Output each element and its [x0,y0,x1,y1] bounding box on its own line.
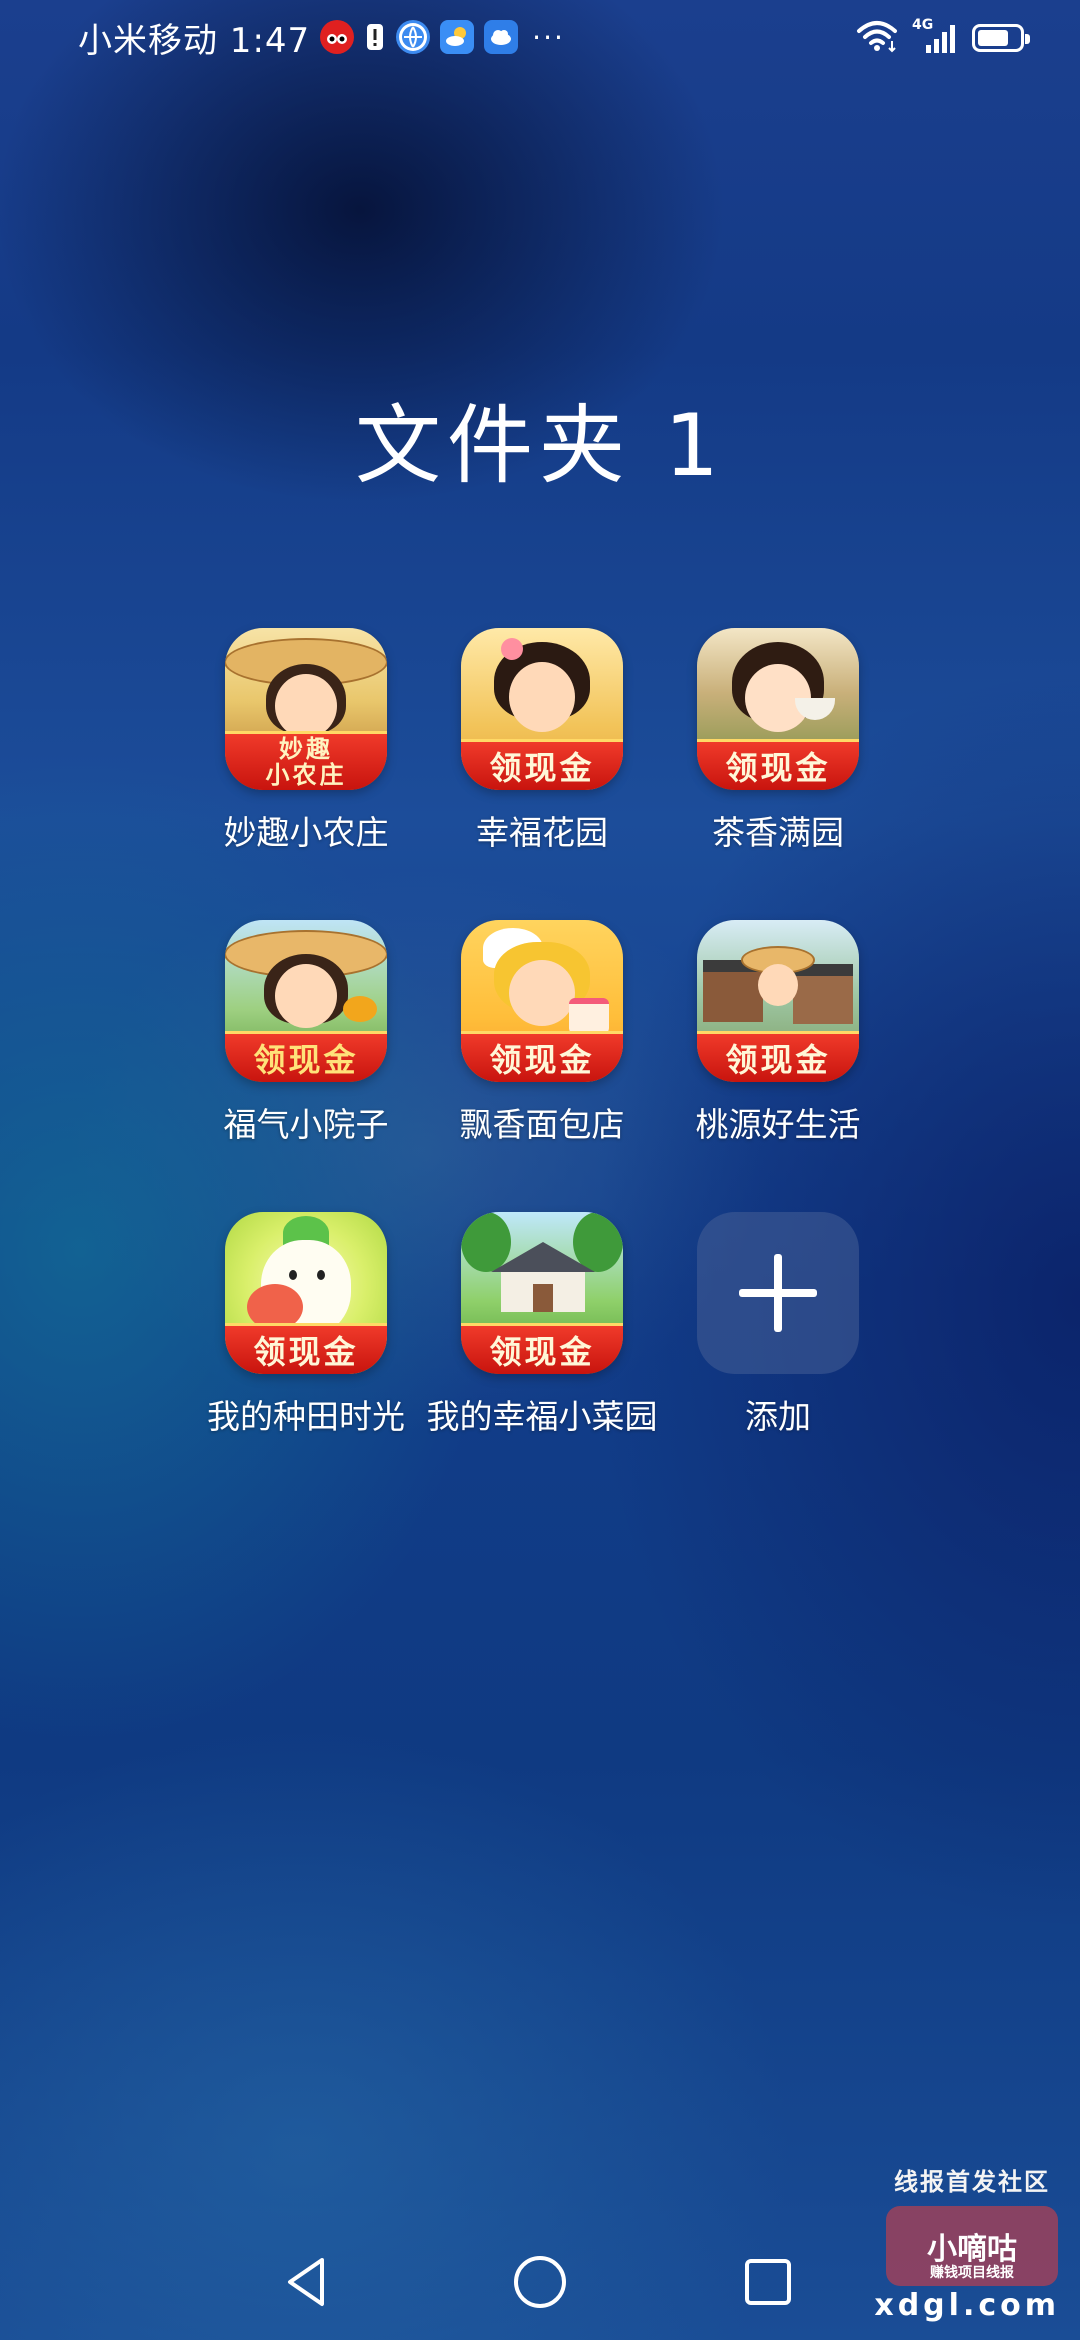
weather-icon [440,20,475,54]
more-notifications: ··· [532,20,565,54]
cloud-icon [484,20,519,54]
app-happy-garden-icon[interactable]: 领现金 [461,628,623,790]
add-app-button[interactable]: 添加 [660,1212,896,1504]
app-taoyuan-life[interactable]: 领现金 桃源好生活 [660,920,896,1212]
home-circle-icon [514,2256,566,2308]
app-badge: 领现金 [697,1031,859,1082]
app-happy-vegetable-garden[interactable]: 领现金 我的幸福小菜园 [424,1212,660,1504]
app-badge: 领现金 [225,1031,387,1082]
app-label: 我的幸福小菜园 [426,1397,658,1436]
browser-icon [396,20,431,54]
app-bakery[interactable]: 领现金 飘香面包店 [424,920,660,1212]
app-miaoqu-farm[interactable]: 妙趣 小农庄 妙趣小农庄 [188,628,424,920]
home-button[interactable] [510,2252,570,2312]
folder-title[interactable]: 文件夹 1 [0,375,1080,500]
app-happy-garden[interactable]: 领现金 幸福花园 [424,628,660,920]
app-label: 幸福花园 [476,813,608,852]
app-tea-garden[interactable]: 领现金 茶香满园 [660,628,896,920]
cellular-signal-icon: 4G [912,17,958,55]
status-bar: 小米移动 1:47 ··· 4G [0,0,1080,74]
app-label: 我的种田时光 [207,1397,405,1436]
recents-button[interactable] [738,2252,798,2312]
app-miaoqu-farm-icon[interactable]: 妙趣 小农庄 [225,628,387,790]
app-farming-time-icon[interactable]: 领现金 [225,1212,387,1374]
app-lucky-yard[interactable]: 领现金 福气小院子 [188,920,424,1212]
app-badge: 领现金 [225,1323,387,1374]
app-badge: 领现金 [461,1323,623,1374]
back-triangle-icon [288,2258,324,2306]
folder-app-grid: 妙趣 小农庄 妙趣小农庄 领现金 幸福花园 领现金 茶香满园 领现金 福气小院子… [188,628,896,1504]
app-tea-garden-icon[interactable]: 领现金 [697,628,859,790]
app-label: 茶香满园 [712,813,844,852]
recents-square-icon [745,2259,791,2305]
wifi-icon [856,19,898,57]
status-left: 小米移动 1:47 ··· [78,14,565,61]
app-badge: 领现金 [461,1031,623,1082]
navigation-bar [0,2230,1080,2340]
back-button[interactable] [278,2252,338,2312]
app-badge: 领现金 [461,739,623,790]
app-bakery-icon[interactable]: 领现金 [461,920,623,1082]
app-badge: 领现金 [697,739,859,790]
battery-icon [972,24,1030,52]
app-label: 妙趣小农庄 [223,813,389,852]
plus-icon[interactable] [697,1212,859,1374]
app-badge: 妙趣 小农庄 [225,731,387,790]
alert-icon [364,20,386,54]
carrier-time: 小米移动 1:47 [78,20,311,61]
watermark-caption: 线报首发社区 [894,2168,1050,2196]
app-label: 飘香面包店 [459,1105,625,1144]
app-notification-icon [320,20,355,54]
status-right: 4G [856,17,1030,58]
app-label: 福气小院子 [223,1105,389,1144]
app-farming-time[interactable]: 领现金 我的种田时光 [188,1212,424,1504]
battery-level [978,30,1008,46]
add-app-label: 添加 [745,1397,811,1436]
app-label: 桃源好生活 [695,1105,861,1144]
app-badge-text: 妙趣 小农庄 [265,735,347,789]
app-happy-vegetable-garden-icon[interactable]: 领现金 [461,1212,623,1374]
app-lucky-yard-icon[interactable]: 领现金 [225,920,387,1082]
app-taoyuan-life-icon[interactable]: 领现金 [697,920,859,1082]
